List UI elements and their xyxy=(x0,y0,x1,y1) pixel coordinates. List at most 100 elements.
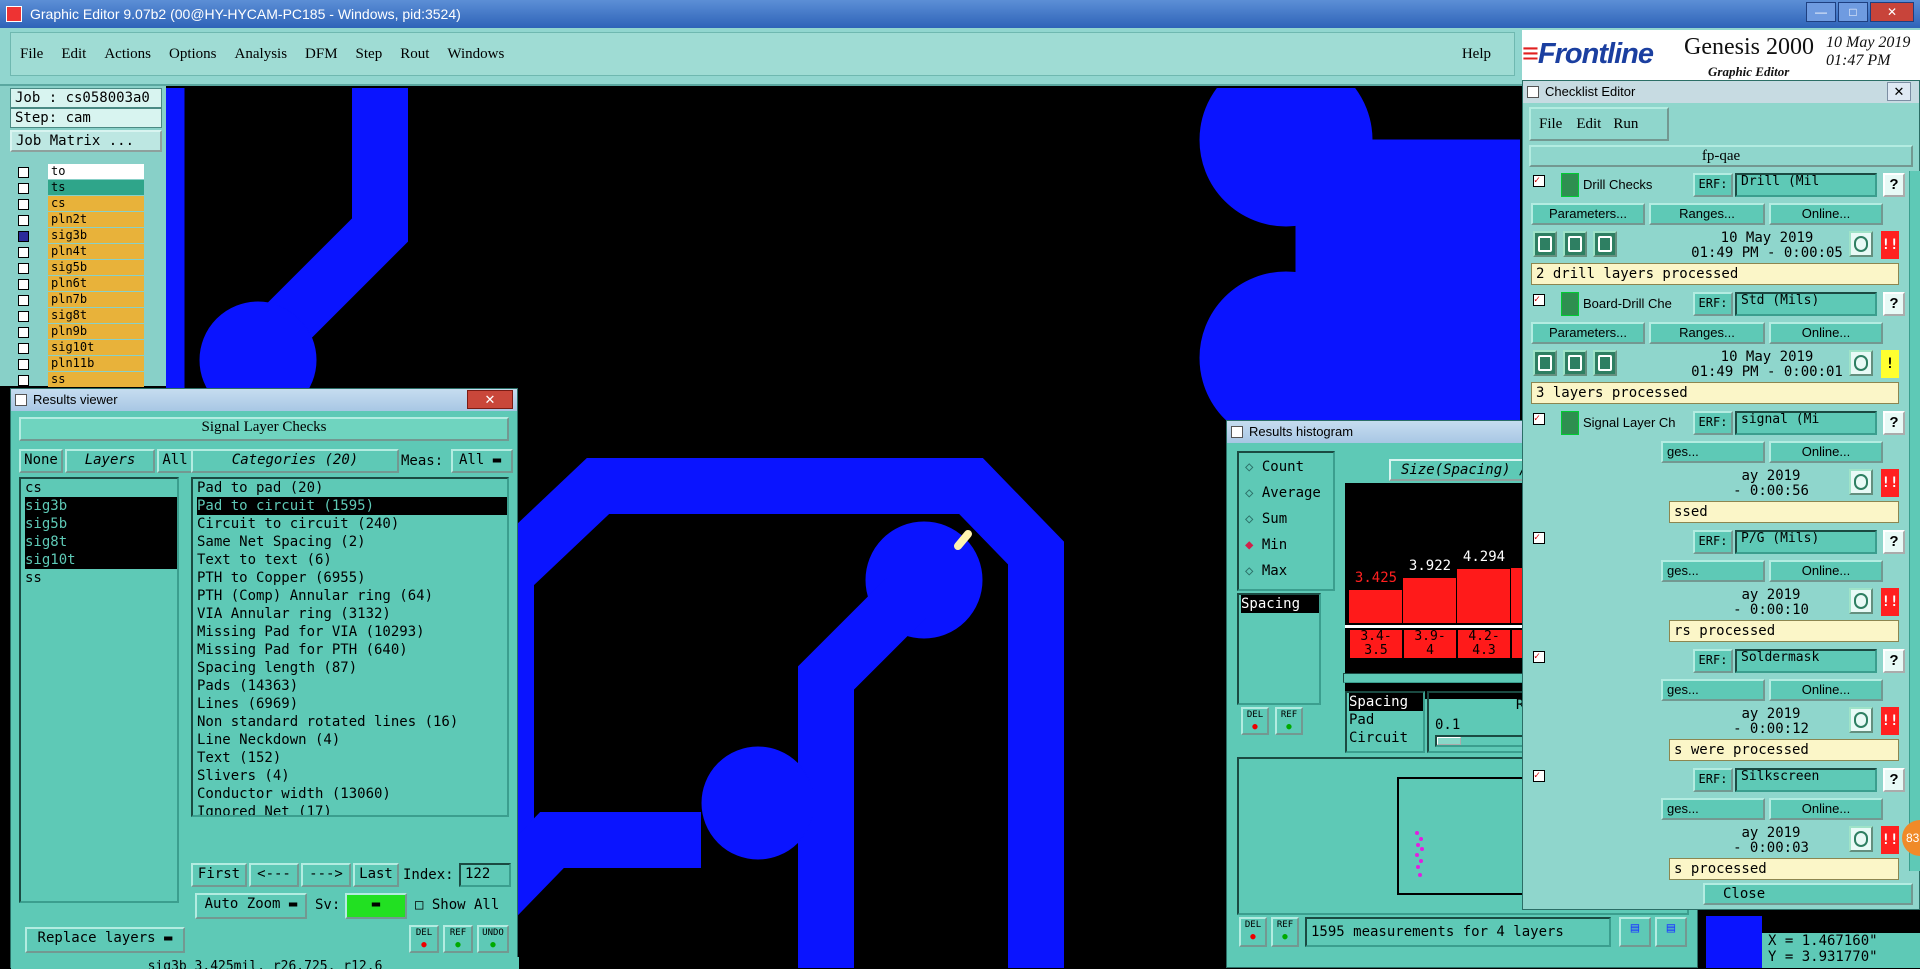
checklist-scrollbar[interactable] xyxy=(1909,171,1920,871)
erf-value-field[interactable]: Silkscreen xyxy=(1735,768,1877,792)
erf-label-button[interactable]: ERF: xyxy=(1693,530,1733,554)
category-item[interactable]: PTH to Copper (6955) xyxy=(197,569,507,587)
slider-handle[interactable] xyxy=(1437,737,1461,745)
list-item[interactable]: ss xyxy=(25,569,177,587)
action-checkbox[interactable]: ✓ xyxy=(1533,175,1545,187)
menu-analysis[interactable]: Analysis xyxy=(226,46,297,63)
menu-rout[interactable]: Rout xyxy=(391,46,438,63)
layer-row-ss[interactable]: ss xyxy=(14,372,144,388)
close-button[interactable]: ✕ xyxy=(1870,2,1914,22)
erf-value-field[interactable]: Drill (Mil xyxy=(1735,173,1877,197)
list-item[interactable]: Spacing xyxy=(1349,693,1423,711)
layer-name[interactable]: cs xyxy=(48,196,144,211)
layer-row-pln6t[interactable]: pln6t xyxy=(14,276,144,292)
layer-name[interactable]: to xyxy=(48,164,144,179)
category-item[interactable]: Text (152) xyxy=(197,749,507,767)
category-item[interactable]: Non standard rotated lines (16) xyxy=(197,713,507,731)
layer-name[interactable]: pln4t xyxy=(48,244,144,259)
ranges-button[interactable]: Ranges... xyxy=(1649,203,1765,225)
next-button[interactable]: ---> xyxy=(301,863,351,887)
layer-row-ts[interactable]: ts xyxy=(14,180,144,196)
job-matrix-button[interactable]: Job Matrix ... xyxy=(10,130,162,152)
category-item[interactable]: VIA Annular ring (3132) xyxy=(197,605,507,623)
erf-value-field[interactable]: P/G (Mils) xyxy=(1735,530,1877,554)
run-action-icon[interactable] xyxy=(1593,350,1617,376)
checklist-menu-edit[interactable]: Edit xyxy=(1570,116,1607,133)
online-button[interactable]: Online... xyxy=(1769,798,1883,820)
layer-checkbox[interactable] xyxy=(18,295,29,306)
erf-label-button[interactable]: ERF: xyxy=(1693,649,1733,673)
maximize-button[interactable]: □ xyxy=(1838,2,1868,22)
minimize-button[interactable]: — xyxy=(1806,2,1836,22)
category-item[interactable]: Missing Pad for PTH (640) xyxy=(197,641,507,659)
menu-step[interactable]: Step xyxy=(347,46,392,63)
erf-value-field[interactable]: Std (Mils) xyxy=(1735,292,1877,316)
online-button[interactable]: Online... xyxy=(1769,322,1883,344)
layer-name[interactable]: pln7b xyxy=(48,292,144,307)
layer-row-to[interactable]: to xyxy=(14,164,144,180)
layer-checkbox[interactable] xyxy=(18,311,29,322)
zoom-results-icon[interactable] xyxy=(1849,231,1873,257)
layer-row-pln2t[interactable]: pln2t xyxy=(14,212,144,228)
ranges-button[interactable]: ges... xyxy=(1661,679,1765,701)
layer-checkbox[interactable] xyxy=(18,327,29,338)
layer-name[interactable]: pln6t xyxy=(48,276,144,291)
zoom-results-icon[interactable] xyxy=(1849,469,1873,495)
erf-value-field[interactable]: signal (Mi xyxy=(1735,411,1877,435)
layer-row-sig5b[interactable]: sig5b xyxy=(14,260,144,276)
menu-windows[interactable]: Windows xyxy=(438,46,513,63)
checklist-menu-file[interactable]: File xyxy=(1531,116,1570,133)
replace-layers-dropdown[interactable]: Replace layers ▬ xyxy=(25,927,185,953)
help-question-icon[interactable]: ? xyxy=(1883,768,1905,792)
erf-label-button[interactable]: ERF: xyxy=(1693,768,1733,792)
menu-actions[interactable]: Actions xyxy=(95,46,160,63)
online-button[interactable]: Online... xyxy=(1769,679,1883,701)
help-question-icon[interactable]: ? xyxy=(1883,173,1905,197)
layer-name[interactable]: pln2t xyxy=(48,212,144,227)
list-item[interactable]: Pad xyxy=(1349,711,1423,729)
list-item[interactable]: Circuit xyxy=(1349,729,1423,747)
run-action-icon[interactable] xyxy=(1533,231,1557,257)
meas-dropdown[interactable]: All ▬ xyxy=(451,449,513,473)
erf-label-button[interactable]: ERF: xyxy=(1693,292,1733,316)
category-item[interactable]: Pad to circuit (1595) xyxy=(197,497,507,515)
layer-results-list[interactable]: cs sig3b sig5b sig8t sig10t ss xyxy=(19,477,179,903)
del-button[interactable]: DEL ● xyxy=(409,925,439,953)
mode-radio-sum[interactable]: ◇ Sum xyxy=(1245,511,1287,527)
menu-edit[interactable]: Edit xyxy=(52,46,95,63)
layer-checkbox[interactable] xyxy=(18,375,29,386)
first-button[interactable]: First xyxy=(191,863,247,887)
online-button[interactable]: Online... xyxy=(1769,441,1883,463)
histogram-bar[interactable] xyxy=(1403,578,1457,623)
action-checkbox[interactable]: ✓ xyxy=(1533,294,1545,306)
layer-name[interactable]: pln9b xyxy=(48,324,144,339)
layers-button[interactable]: Layers xyxy=(65,449,155,473)
layers-all-button[interactable]: All xyxy=(157,449,193,473)
histogram-bar[interactable] xyxy=(1349,590,1403,623)
online-button[interactable]: Online... xyxy=(1769,203,1883,225)
layer-checkbox[interactable] xyxy=(18,183,29,194)
category-item[interactable]: PTH (Comp) Annular ring (64) xyxy=(197,587,507,605)
layer-row-pln9b[interactable]: pln9b xyxy=(14,324,144,340)
last-button[interactable]: Last xyxy=(353,863,399,887)
sv-color-dropdown[interactable]: ▬ xyxy=(345,893,407,919)
hist-del-button[interactable]: DEL ● xyxy=(1241,707,1269,735)
zoom-results-icon[interactable] xyxy=(1849,350,1873,376)
undo-button[interactable]: UNDO ● xyxy=(477,925,509,953)
erf-label-button[interactable]: ERF: xyxy=(1693,173,1733,197)
zoom-results-icon[interactable] xyxy=(1849,588,1873,614)
layer-name[interactable]: sig3b xyxy=(48,228,144,243)
categories-list[interactable]: Pad to pad (20) Pad to circuit (1595) Circ… xyxy=(191,477,509,817)
menu-dfm[interactable]: DFM xyxy=(296,46,347,63)
category-item[interactable]: Slivers (4) xyxy=(197,767,507,785)
run-action-icon[interactable] xyxy=(1533,350,1557,376)
layer-name[interactable]: pln11b xyxy=(48,356,144,371)
hist-bottom-ref-button[interactable]: REF ● xyxy=(1271,917,1299,947)
checklist-menu-run[interactable]: Run xyxy=(1607,116,1644,133)
layer-name[interactable]: sig8t xyxy=(48,308,144,323)
layer-row-sig3b[interactable]: sig3b xyxy=(14,228,144,244)
layer-row-pln7b[interactable]: pln7b xyxy=(14,292,144,308)
layer-name[interactable]: sig10t xyxy=(48,340,144,355)
category-item[interactable]: Text to text (6) xyxy=(197,551,507,569)
layer-checkbox[interactable] xyxy=(18,359,29,370)
